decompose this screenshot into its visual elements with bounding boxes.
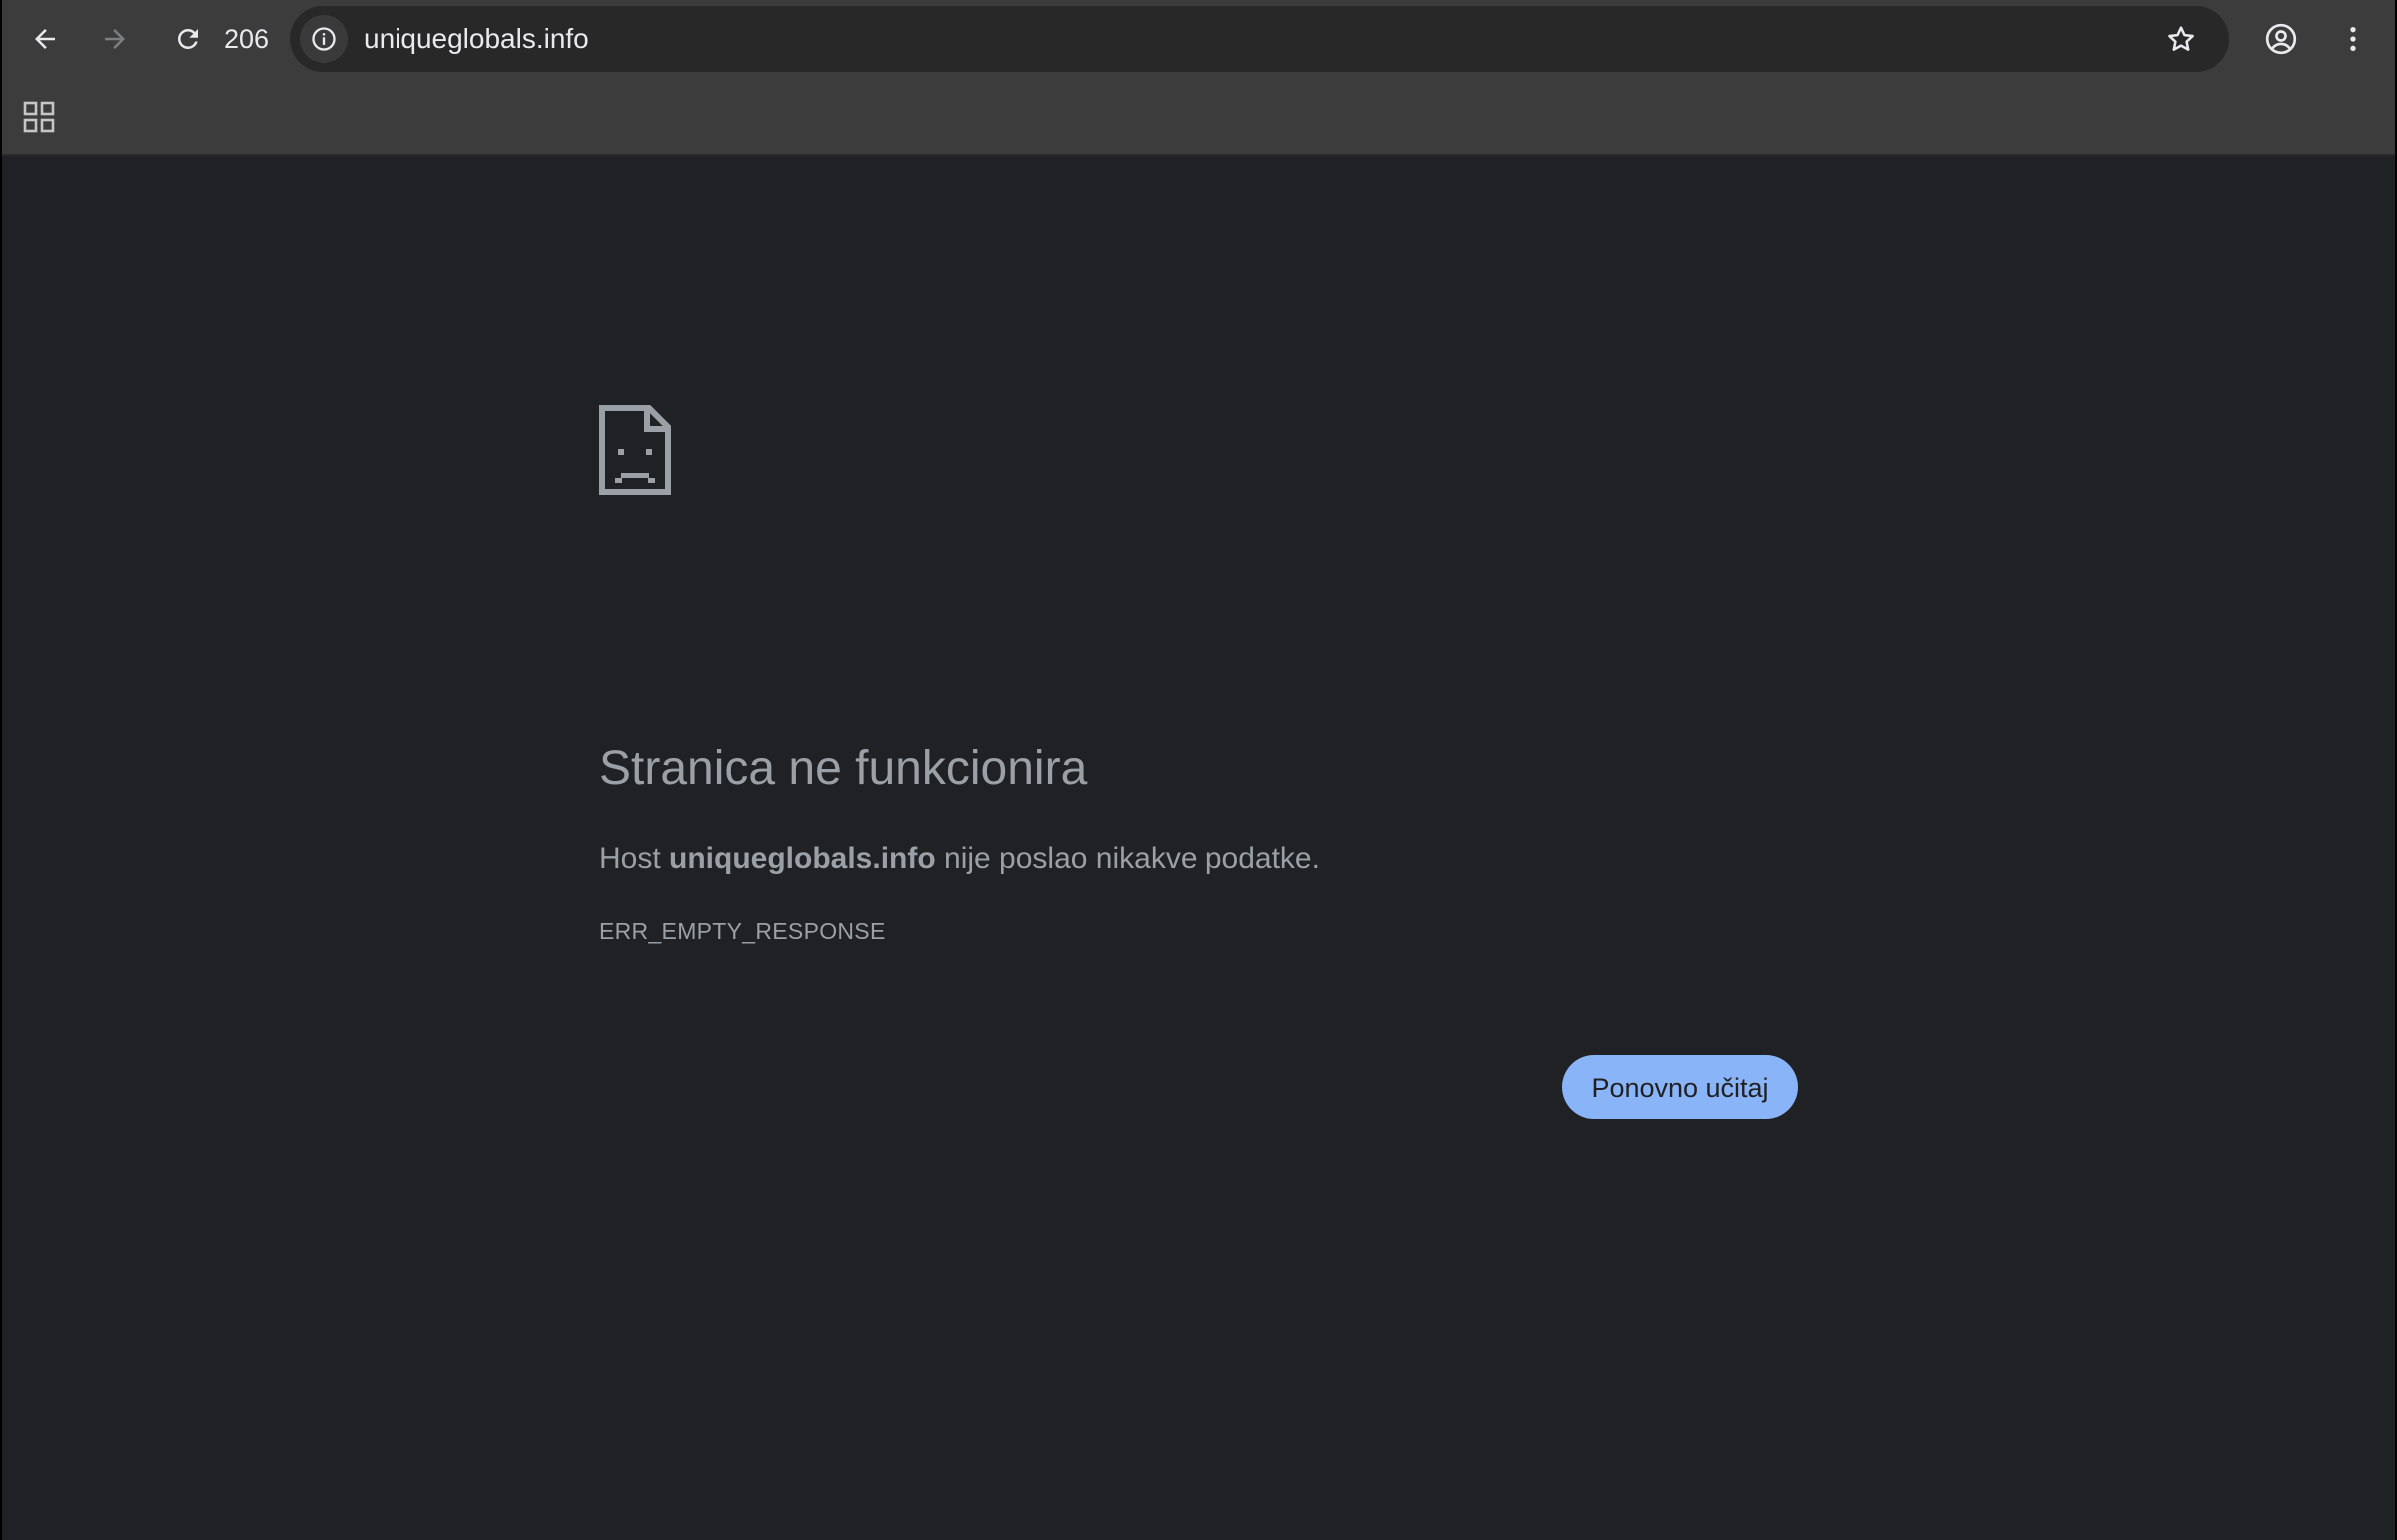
error-title: Stranica ne funkcionira [599,742,1088,795]
back-button[interactable] [20,14,70,64]
forward-button[interactable] [90,14,140,64]
description-prefix: Host [599,842,670,875]
error-host: uniqueglobals.info [669,842,936,875]
profile-button[interactable] [2256,14,2306,64]
reload-page-button[interactable]: Ponovno učitaj [1562,1055,1798,1119]
apps-grid-icon [23,101,55,133]
reload-toolbar-button[interactable] [163,14,213,64]
arrow-left-icon [35,29,55,49]
url-text[interactable]: uniqueglobals.info [364,22,589,56]
error-description: Host uniqueglobals.info nije poslao nika… [599,841,1320,877]
apps-button[interactable] [18,96,60,138]
error-code: ERR_EMPTY_RESPONSE [599,918,886,944]
browser-toolbar: 206 uniqueglobals.info [0,0,2397,78]
description-suffix: nije poslao nikakve podatke. [935,842,1320,875]
bookmarks-bar [0,78,2397,156]
info-icon [312,27,336,51]
site-info-button[interactable] [300,15,348,63]
star-icon [2168,26,2194,51]
page-content: Stranica ne funkcionira Host uniquegloba… [0,156,2397,1540]
address-bar[interactable]: uniqueglobals.info [290,6,2229,72]
arrow-right-icon [105,29,125,49]
more-vert-icon [2350,27,2356,51]
menu-button[interactable] [2328,14,2378,64]
reload-count-label: 206 [224,24,270,54]
window-border-left [0,0,2,1540]
account-circle-icon [2265,23,2297,55]
reload-icon [178,28,198,49]
sad-document-icon [599,405,671,500]
bookmark-button[interactable] [2157,15,2205,63]
browser-window: 206 uniqueglobals.info Stranica ne funkc… [0,0,2397,1540]
